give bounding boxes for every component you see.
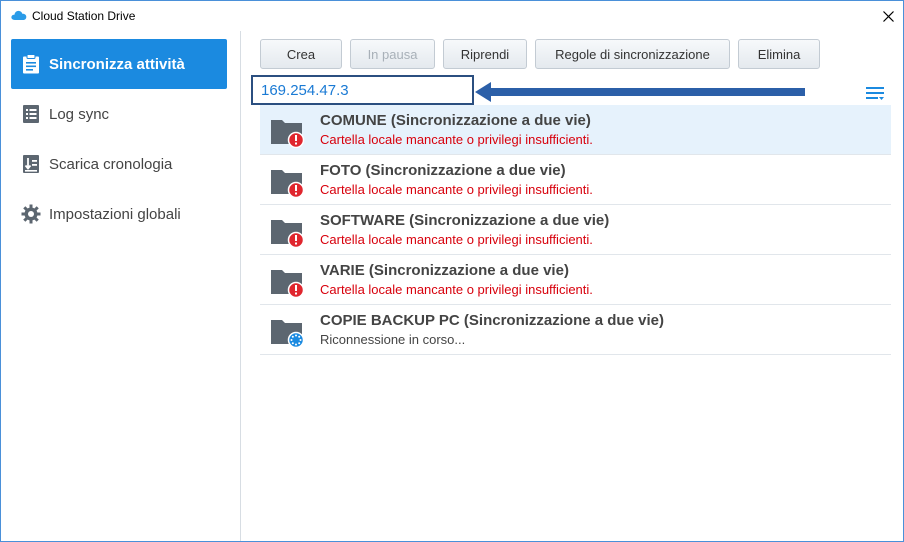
main-panel: Crea In pausa Riprendi Regole di sincron… xyxy=(242,31,903,541)
folder-error-icon xyxy=(271,120,305,148)
task-row[interactable]: VARIE (Sincronizzazione a due vie) Carte… xyxy=(260,255,891,305)
task-name: COPIE BACKUP PC (Sincronizzazione a due … xyxy=(320,312,664,329)
task-row[interactable]: FOTO (Sincronizzazione a due vie) Cartel… xyxy=(260,155,891,205)
task-list: COMUNE (Sincronizzazione a due vie) Cart… xyxy=(260,105,891,355)
task-row[interactable]: SOFTWARE (Sincronizzazione a due vie) Ca… xyxy=(260,205,891,255)
close-icon xyxy=(882,10,894,22)
task-status: Cartella locale mancante o privilegi ins… xyxy=(320,232,593,247)
create-button[interactable]: Crea xyxy=(260,39,342,69)
sidebar-item-sync-tasks[interactable]: Sincronizza attività xyxy=(11,39,227,89)
folder-error-icon xyxy=(271,220,305,248)
task-status: Riconnessione in corso... xyxy=(320,332,466,347)
task-name: SOFTWARE (Sincronizzazione a due vie) xyxy=(320,212,610,229)
folder-error-icon xyxy=(271,170,305,198)
sidebar-item-label: Sincronizza attività xyxy=(49,55,185,73)
sidebar-item-label: Log sync xyxy=(49,105,110,123)
list-options-icon[interactable] xyxy=(866,85,884,101)
sidebar-item-log-sync[interactable]: Log sync xyxy=(11,89,227,139)
task-row[interactable]: COPIE BACKUP PC (Sincronizzazione a due … xyxy=(260,305,891,355)
app-window: Cloud Station Drive Sincronizza attività xyxy=(0,0,904,542)
task-name: VARIE (Sincronizzazione a due vie) xyxy=(320,262,569,279)
ip-annotation-box: 169.254.47.3 xyxy=(251,75,474,105)
folder-error-icon xyxy=(271,270,305,298)
task-name: FOTO (Sincronizzazione a due vie) xyxy=(320,162,566,179)
sync-rules-button[interactable]: Regole di sincronizzazione xyxy=(535,39,730,69)
annotation-arrow-icon xyxy=(475,82,805,102)
close-button[interactable] xyxy=(873,1,903,31)
pause-button[interactable]: In pausa xyxy=(350,39,435,69)
sidebar-item-label: Impostazioni globali xyxy=(49,205,181,223)
cloud-icon xyxy=(11,10,27,20)
download-history-icon xyxy=(21,154,41,174)
folder-syncing-icon xyxy=(271,320,305,348)
sidebar-item-global-settings[interactable]: Impostazioni globali xyxy=(11,189,227,239)
task-row[interactable]: COMUNE (Sincronizzazione a due vie) Cart… xyxy=(260,105,891,155)
window-title: Cloud Station Drive xyxy=(32,9,136,23)
task-status: Cartella locale mancante o privilegi ins… xyxy=(320,282,593,297)
task-status: Cartella locale mancante o privilegi ins… xyxy=(320,132,593,147)
sidebar-item-download-history[interactable]: Scarica cronologia xyxy=(11,139,227,189)
sidebar-item-label: Scarica cronologia xyxy=(49,155,173,173)
title-bar: Cloud Station Drive xyxy=(1,1,903,31)
task-name: COMUNE (Sincronizzazione a due vie) xyxy=(320,112,591,129)
task-status: Cartella locale mancante o privilegi ins… xyxy=(320,182,593,197)
gear-icon xyxy=(21,204,41,224)
resume-button[interactable]: Riprendi xyxy=(443,39,527,69)
clipboard-icon xyxy=(21,54,41,74)
list-icon xyxy=(21,104,41,124)
sidebar: Sincronizza attività Log sync Scarica cr… xyxy=(1,31,241,541)
delete-button[interactable]: Elimina xyxy=(738,39,820,69)
